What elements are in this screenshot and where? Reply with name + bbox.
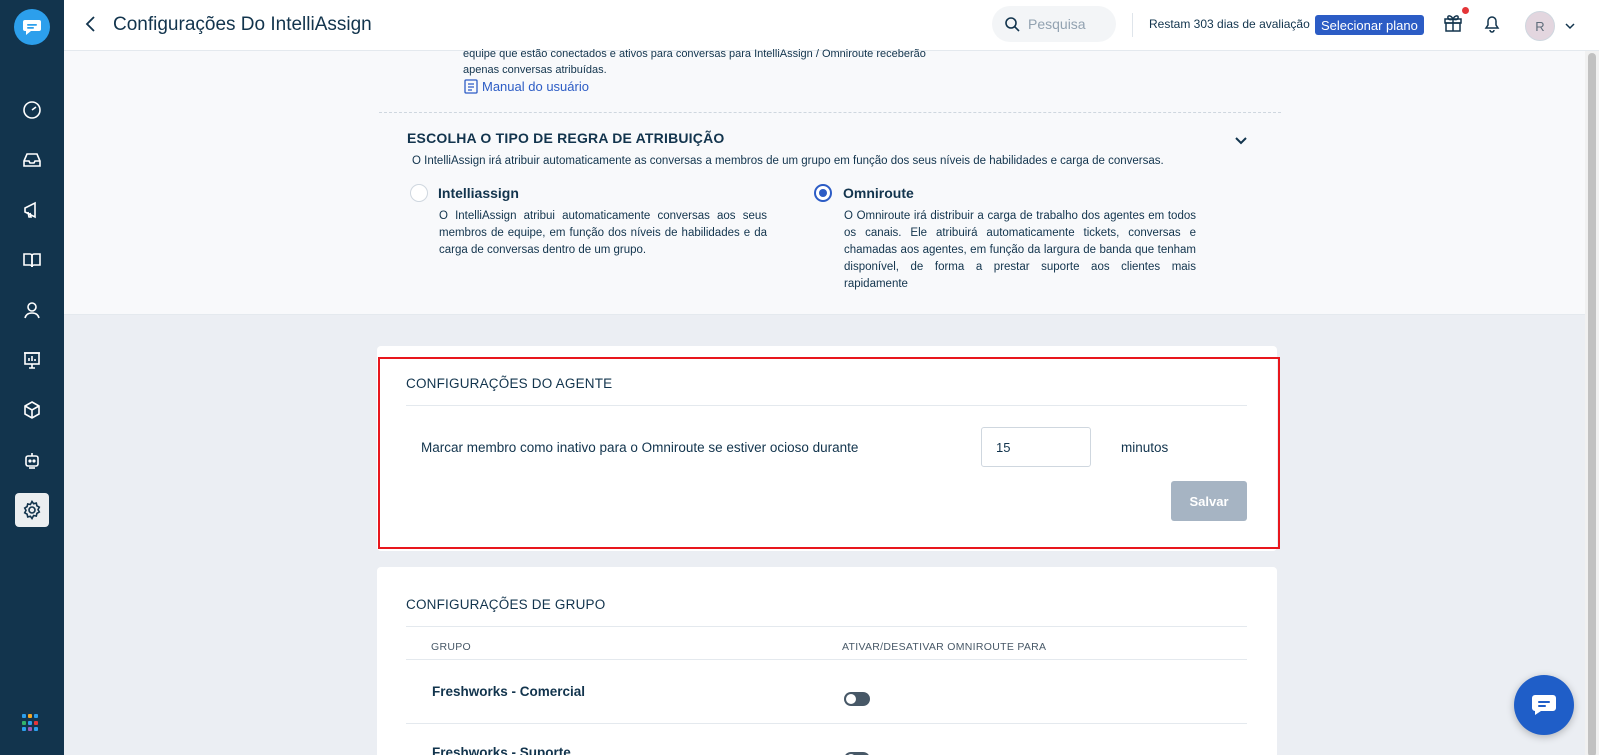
apps-grid-icon[interactable] <box>22 714 40 732</box>
agent-settings-heading: CONFIGURAÇÕES DO AGENTE <box>406 376 613 391</box>
products-icon[interactable] <box>15 393 49 427</box>
search-icon <box>1005 17 1020 32</box>
page-title: Configurações Do IntelliAssign <box>113 14 372 35</box>
rule-type-heading: ESCOLHA O TIPO DE REGRA DE ATRIBUIÇÃO <box>407 130 725 146</box>
search-box[interactable] <box>992 6 1116 42</box>
agent-settings-divider <box>406 405 1247 406</box>
idle-label: Marcar membro como inativo para o Omniro… <box>421 440 859 455</box>
reports-icon[interactable] <box>15 343 49 377</box>
knowledge-base-icon[interactable] <box>15 243 49 277</box>
group-settings-heading: CONFIGURAÇÕES DE GRUPO <box>406 597 606 612</box>
header-divider <box>1132 13 1133 37</box>
settings-icon[interactable] <box>15 493 49 527</box>
freshchat-logo-icon[interactable] <box>14 9 50 45</box>
minutes-unit-label: minutos <box>1121 440 1169 455</box>
select-plan-button[interactable]: Selecionar plano <box>1315 15 1424 35</box>
intelliassign-radio[interactable] <box>410 184 428 202</box>
intelliassign-option-title[interactable]: Intelliassign <box>438 185 519 201</box>
manual-link-label[interactable]: Manual do usuário <box>482 79 589 94</box>
chat-icon <box>1532 695 1556 715</box>
chat-widget-button[interactable] <box>1514 675 1574 735</box>
scrollbar[interactable] <box>1585 51 1599 755</box>
top-header: Configurações Do IntelliAssign Restam 30… <box>64 0 1599 51</box>
intro-text-line1: equipe que estão conectados e ativos par… <box>463 48 926 60</box>
intro-text-line2: apenas conversas atribuídas. <box>463 64 607 76</box>
idle-minutes-input[interactable] <box>981 427 1091 467</box>
section-divider <box>379 112 1281 113</box>
save-button[interactable]: Salvar <box>1171 481 1247 521</box>
notification-dot <box>1462 7 1469 14</box>
omniroute-option-description: O Omniroute irá distribuir a carga de tr… <box>844 210 1196 290</box>
intelliassign-option-description: O IntelliAssign atribui automaticamente … <box>439 210 767 256</box>
user-avatar[interactable]: R <box>1525 11 1555 41</box>
contacts-icon[interactable] <box>15 293 49 327</box>
table-header-divider <box>406 659 1247 660</box>
group-row-name: Freshworks - Suporte <box>432 745 571 755</box>
trial-text: Restam 303 dias de avaliação <box>1149 17 1310 31</box>
omniroute-option-title[interactable]: Omniroute <box>843 185 914 201</box>
intro-text: equipe que estão conectados e ativos par… <box>463 46 983 78</box>
document-icon <box>464 79 478 94</box>
table-row-divider <box>406 723 1247 724</box>
group-settings-card <box>377 567 1277 755</box>
dashboard-icon[interactable] <box>15 93 49 127</box>
user-manual-link[interactable]: Manual do usuário <box>464 79 589 94</box>
bots-icon[interactable] <box>15 443 49 477</box>
search-input[interactable] <box>1028 16 1108 32</box>
column-header-group: GRUPO <box>431 641 472 653</box>
campaigns-icon[interactable] <box>15 193 49 227</box>
rule-type-description: O IntelliAssign irá atribuir automaticam… <box>412 155 1164 167</box>
collapse-chevron-icon[interactable] <box>1234 134 1248 148</box>
gift-icon[interactable] <box>1442 11 1466 35</box>
scrollbar-thumb[interactable] <box>1588 53 1596 755</box>
omniroute-radio[interactable] <box>814 184 832 202</box>
chevron-down-icon[interactable] <box>1564 19 1576 31</box>
column-header-toggle: ATIVAR/DESATIVAR OMNIROUTE PARA <box>842 641 1047 653</box>
back-arrow-icon[interactable] <box>82 14 102 34</box>
notifications-bell-icon[interactable] <box>1482 13 1504 35</box>
sidebar <box>0 0 64 755</box>
group-settings-divider <box>406 626 1247 627</box>
group-row-name: Freshworks - Comercial <box>432 684 586 699</box>
rule-type-panel <box>64 51 1599 315</box>
inbox-icon[interactable] <box>15 143 49 177</box>
omniroute-toggle[interactable] <box>844 692 870 706</box>
